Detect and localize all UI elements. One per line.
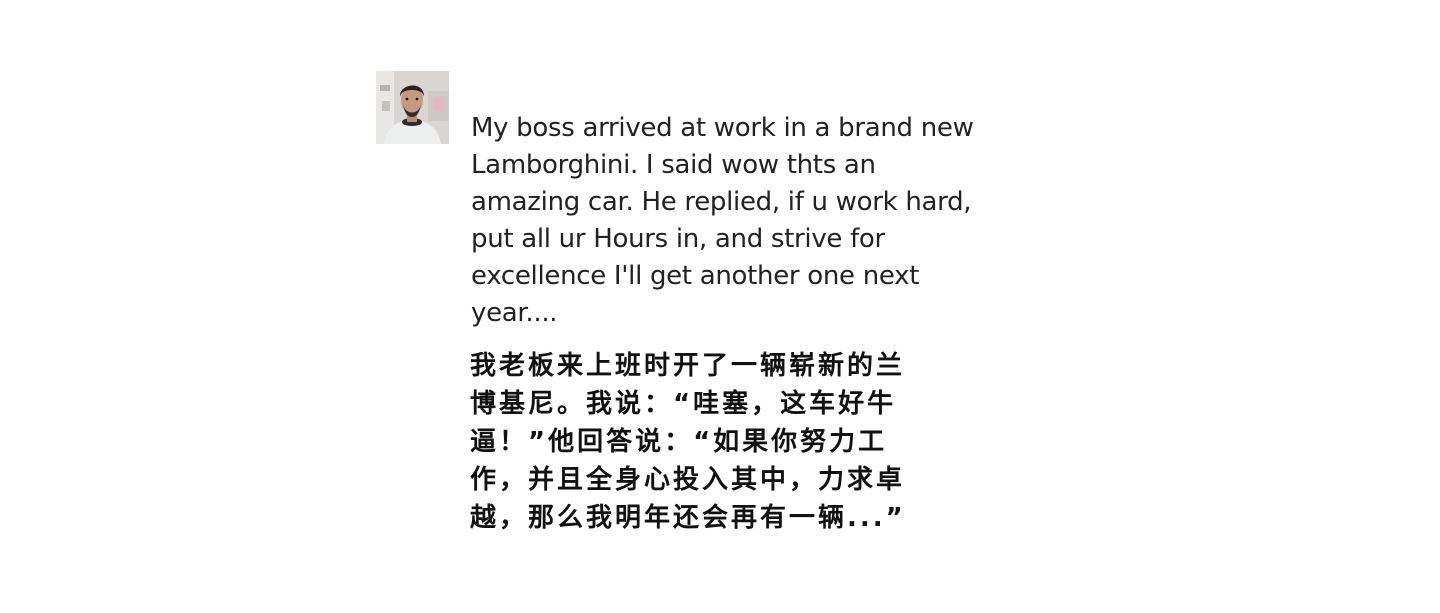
translation-text: 我老板来上班时开了一辆崭新的兰 博基尼。我说：“哇塞，这车好牛 逼！”他回答说：…	[470, 351, 906, 533]
post-card: My boss arrived at work in a brand new L…	[376, 71, 1016, 571]
post-text: My boss arrived at work in a brand new L…	[471, 113, 974, 328]
user-avatar-icon	[376, 71, 449, 144]
avatar[interactable]	[376, 71, 449, 144]
